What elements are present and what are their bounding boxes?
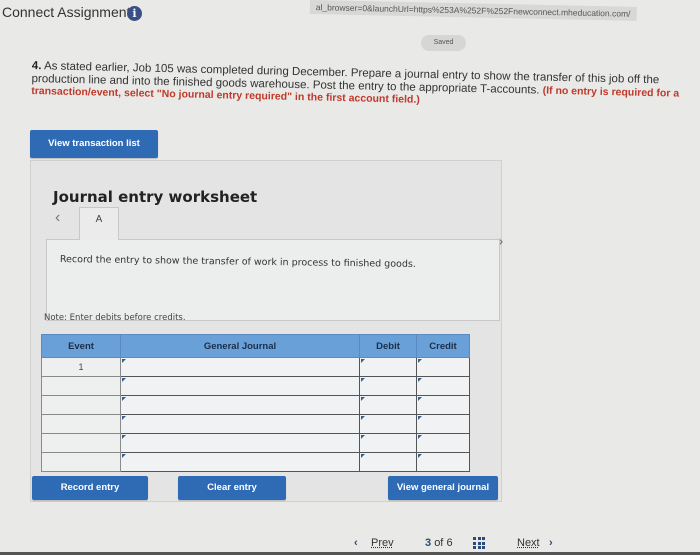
grid-icon[interactable] — [473, 537, 485, 549]
credit-field[interactable] — [416, 395, 470, 415]
next-button[interactable]: Next — [517, 537, 540, 549]
event-cell — [41, 376, 121, 396]
chevron-left-icon[interactable]: ‹ — [354, 537, 358, 549]
table-row — [41, 395, 470, 415]
table-row — [41, 452, 470, 472]
account-field[interactable] — [120, 395, 360, 415]
journal-table: Event General Journal Debit Credit 1 — [41, 334, 470, 472]
chevron-right-icon[interactable]: › — [549, 537, 553, 549]
debit-field[interactable] — [359, 414, 417, 434]
debit-credit-note: Note: Enter debits before credits. — [44, 313, 186, 323]
of-label: of — [434, 537, 444, 549]
credit-field[interactable] — [416, 433, 470, 453]
prev-button[interactable]: Prev — [371, 537, 394, 549]
credit-field[interactable] — [416, 452, 470, 472]
table-row — [41, 433, 470, 453]
question-number: 4. — [31, 60, 42, 73]
page-indicator: 3 of 6 — [425, 537, 453, 549]
account-field[interactable] — [120, 433, 360, 453]
event-cell — [41, 433, 121, 453]
entry-description-box: Record the entry to show the transfer of… — [46, 239, 500, 321]
credit-field[interactable] — [416, 376, 470, 396]
general-journal-column-header: General Journal — [120, 334, 360, 358]
clear-entry-button[interactable]: Clear entry — [178, 476, 286, 500]
account-field[interactable] — [120, 376, 360, 396]
event-cell — [41, 414, 121, 434]
debit-field[interactable] — [359, 433, 417, 453]
total-pages: 6 — [446, 537, 453, 549]
table-row — [41, 376, 470, 396]
view-general-journal-button[interactable]: View general journal — [388, 476, 498, 500]
debit-field[interactable] — [359, 357, 417, 377]
credit-field[interactable] — [416, 357, 470, 377]
debit-field[interactable] — [359, 395, 417, 415]
event-column-header: Event — [41, 334, 121, 358]
current-page: 3 — [425, 537, 432, 549]
table-row — [41, 414, 470, 434]
event-cell — [41, 452, 121, 472]
credit-field[interactable] — [416, 414, 470, 434]
top-bar: Connect Assignment i al_browser=0&launch… — [0, 0, 700, 28]
info-icon[interactable]: i — [127, 6, 142, 21]
tab-a[interactable]: A — [79, 207, 119, 240]
event-cell — [41, 395, 121, 415]
event-cell: 1 — [41, 357, 121, 377]
chevron-left-icon[interactable]: ‹ — [55, 209, 60, 227]
app-title: Connect Assignment — [2, 4, 131, 20]
saved-status-badge: Saved — [421, 35, 466, 51]
credit-column-header: Credit — [416, 334, 470, 358]
table-row: 1 — [41, 357, 470, 377]
record-entry-button[interactable]: Record entry — [32, 476, 148, 500]
account-field[interactable] — [120, 414, 360, 434]
journal-header-row: Event General Journal Debit Credit — [41, 334, 470, 358]
worksheet-title: Journal entry worksheet — [53, 188, 258, 206]
question-text: 4. As stated earlier, Job 105 was comple… — [31, 60, 692, 112]
account-field[interactable] — [120, 357, 360, 377]
entry-description: Record the entry to show the transfer of… — [59, 254, 416, 270]
journal-entry-worksheet: Journal entry worksheet ‹ A › Record the… — [30, 160, 503, 502]
account-field[interactable] — [120, 452, 360, 472]
view-transaction-list-button[interactable]: View transaction list — [30, 130, 158, 158]
debit-column-header: Debit — [359, 334, 417, 358]
debit-field[interactable] — [359, 452, 417, 472]
url-bar[interactable]: al_browser=0&launchUrl=https%253A%252F%2… — [309, 0, 637, 21]
debit-field[interactable] — [359, 376, 417, 396]
